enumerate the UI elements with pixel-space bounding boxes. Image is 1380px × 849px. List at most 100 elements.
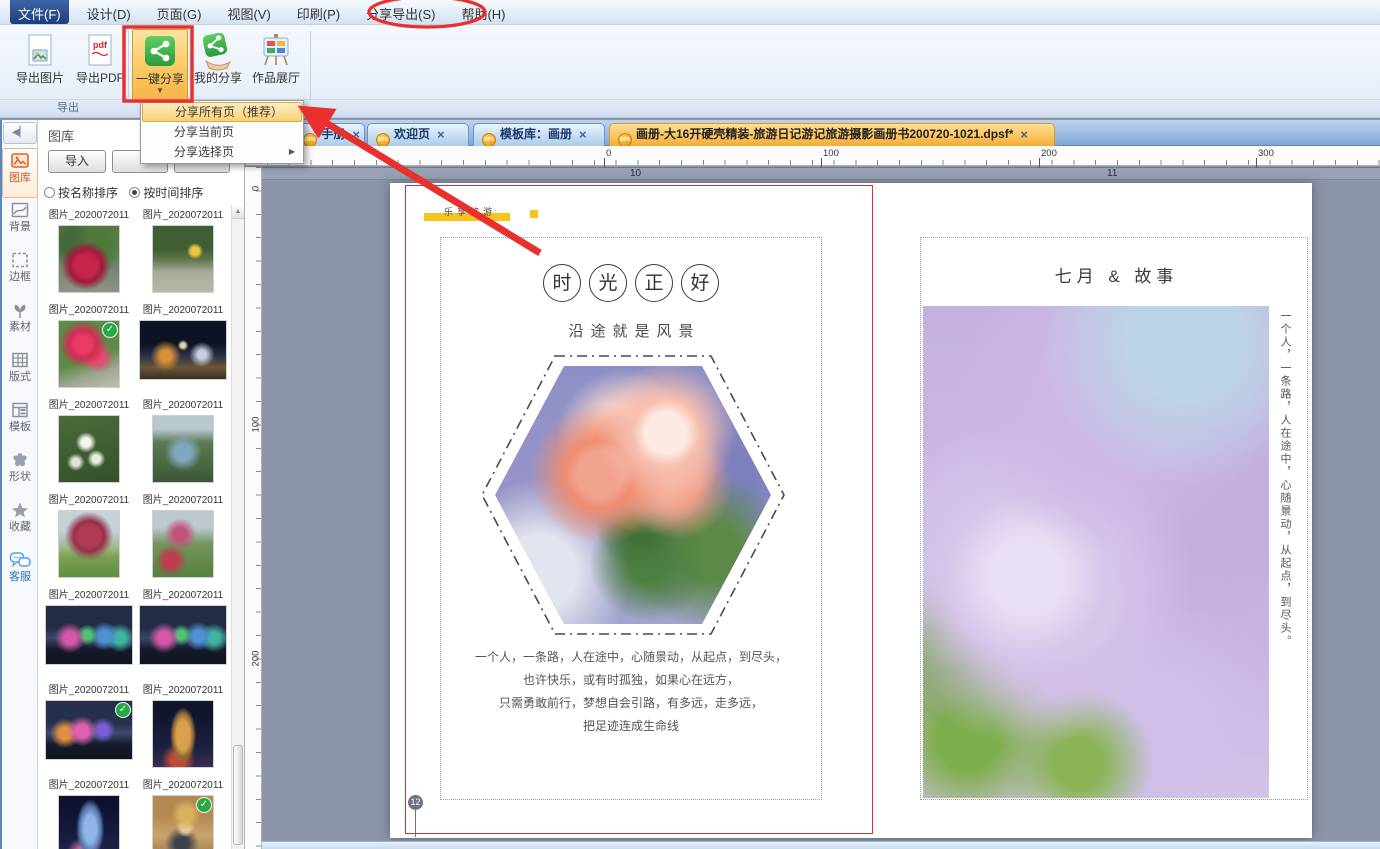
sidebar-item-border[interactable]: 边框 xyxy=(2,248,38,298)
library-photo-item[interactable]: 图片_2020072011 xyxy=(136,680,230,775)
photo-thumbnail[interactable] xyxy=(45,605,133,665)
photo-thumbnail[interactable] xyxy=(152,415,214,483)
paragraph-line: 一个人，一条路，人在途中，心随景动，从起点，到尽头， xyxy=(474,650,787,664)
photo-filename: 图片_2020072011 xyxy=(48,210,130,221)
background-icon xyxy=(11,202,29,218)
title-character-circle: 正 xyxy=(635,264,673,302)
menu-item[interactable]: 设计(D) xyxy=(79,0,139,24)
page-subtitle: 沿途就是风景 xyxy=(568,323,701,340)
blob-shape-icon xyxy=(13,453,27,467)
page-number-strip[interactable]: 10 11 xyxy=(262,167,1380,180)
design-canvas[interactable]: 10 11 乐享旅游 时光正好 沿途就是风景 一个人，一条路，人在途中，心随景动… xyxy=(262,167,1380,841)
close-icon[interactable]: × xyxy=(352,127,360,142)
photo-thumbnail[interactable]: ✓ xyxy=(152,795,214,849)
photo-thumbnail[interactable]: ✓ xyxy=(45,700,133,760)
close-icon[interactable]: × xyxy=(1020,127,1028,142)
my-share-icon xyxy=(190,29,246,71)
panel-title: 图库 xyxy=(48,129,75,144)
import-button[interactable]: 导入 xyxy=(48,150,106,173)
library-photo-item[interactable]: 图片_2020072011 xyxy=(42,395,136,490)
photo-thumbnail[interactable] xyxy=(58,225,120,293)
menu-item[interactable]: 页面(G) xyxy=(149,0,210,24)
radio-selected-icon xyxy=(129,187,141,198)
panel-scrollbar[interactable]: ▲ xyxy=(231,205,244,849)
photo-thumbnail[interactable]: ✓ xyxy=(58,320,120,388)
photo-filename: 图片_2020072011 xyxy=(48,495,130,506)
photo-thumbnail[interactable] xyxy=(152,510,214,578)
page-number-right: 11 xyxy=(1107,168,1118,179)
photo-grid: 图片_2020072011 图片_2020072011 图片_202007201… xyxy=(42,205,230,849)
sidebar-item-customer-service[interactable]: 客服 xyxy=(2,548,38,598)
hexagon-photo-frame[interactable] xyxy=(478,352,788,638)
purple-flower-photo[interactable] xyxy=(923,306,1269,798)
star-icon xyxy=(12,502,28,518)
sort-by-time-radio[interactable]: 按时间排序 xyxy=(129,186,203,200)
library-photo-item[interactable]: 图片_2020072011 xyxy=(42,490,136,585)
photo-thumbnail[interactable] xyxy=(58,795,120,849)
my-share-button[interactable]: 我的分享 xyxy=(190,29,246,107)
sidebar-item-shape[interactable]: 形状 xyxy=(2,448,38,498)
photo-filename: 图片_2020072011 xyxy=(142,400,224,411)
gallery-hall-button[interactable]: 作品展厅 xyxy=(248,29,304,107)
horizontal-scrollbar[interactable] xyxy=(262,841,1380,849)
sort-by-name-radio[interactable]: 按名称排序 xyxy=(44,186,118,200)
right-page-content-area[interactable]: 七月 & 故事 一个人，一条路，人在途中，心随景动，从起点，到尽头。 xyxy=(920,237,1308,800)
dps-file-icon: DPS xyxy=(376,133,390,146)
sidebar-item-layout[interactable]: 版式 xyxy=(2,348,38,398)
tab-current-album[interactable]: DPS 画册-大16开硬壳精装-旅游日记游记旅游摄影画册书200720-1021.… xyxy=(609,123,1055,146)
share-icon xyxy=(133,30,187,72)
photo-thumbnail[interactable] xyxy=(152,225,214,293)
collapse-panel-button[interactable]: ◀▏ xyxy=(2,122,37,144)
menu-item[interactable]: 分享导出(S) xyxy=(358,0,443,24)
photo-thumbnail[interactable] xyxy=(58,510,120,578)
library-photo-item[interactable]: 图片_2020072011 xyxy=(136,585,230,680)
library-photo-item[interactable]: 图片_2020072011 xyxy=(42,585,136,680)
scroll-up-arrow-icon[interactable]: ▲ xyxy=(232,205,244,219)
title-character-circle: 光 xyxy=(589,264,627,302)
library-photo-item[interactable]: 图片_2020072011 ✓ xyxy=(42,300,136,395)
close-icon[interactable]: × xyxy=(579,127,587,142)
menu-item[interactable]: 文件(F) xyxy=(10,0,69,24)
brand-square-accent xyxy=(530,210,538,218)
library-photo-item[interactable]: 图片_2020072011 ✓ xyxy=(42,680,136,775)
library-photo-item[interactable]: 图片_2020072011 xyxy=(42,775,136,849)
library-photo-item[interactable]: 图片_2020072011 ✓ xyxy=(136,775,230,849)
library-photo-item[interactable]: 图片_2020072011 xyxy=(136,490,230,585)
library-photo-item[interactable]: 图片_2020072011 xyxy=(136,300,230,395)
export-image-button[interactable]: 导出图片 xyxy=(12,29,68,107)
close-icon[interactable]: × xyxy=(437,127,445,142)
menu-item-share-current-page[interactable]: 分享当前页 xyxy=(142,122,302,142)
scrollbar-thumb[interactable] xyxy=(233,745,243,845)
sidebar-item-background[interactable]: 背景 xyxy=(2,198,38,248)
left-page-content-area[interactable]: 时光正好 沿途就是风景 一个人，一条路，人在途中，心随景动，从起点，到尽头， 也许… xyxy=(440,237,822,800)
tab-welcome[interactable]: DPS 欢迎页 × xyxy=(367,123,469,146)
paragraph-line: 只需勇敢前行，梦想自会引路，有多远，走多远， xyxy=(498,696,763,710)
menu-item[interactable]: 帮助(H) xyxy=(453,0,513,24)
menu-item-share-all-pages[interactable]: 分享所有页（推荐） xyxy=(142,102,302,122)
library-photo-item[interactable]: 图片_2020072011 xyxy=(136,205,230,300)
sidebar-item-gallery[interactable]: 图库 xyxy=(2,148,38,198)
photo-thumbnail[interactable] xyxy=(139,320,227,380)
export-pdf-button[interactable]: pdf 导出PDF xyxy=(72,29,128,107)
menu-item[interactable]: 视图(V) xyxy=(219,0,278,24)
export-pdf-icon: pdf xyxy=(72,29,128,71)
library-photo-item[interactable]: 图片_2020072011 xyxy=(42,205,136,300)
menu-item-share-selected-pages[interactable]: 分享选择页 ▶ xyxy=(142,142,302,162)
photo-thumbnail[interactable] xyxy=(139,605,227,665)
tab-template-library[interactable]: DPS 模板库：画册 × xyxy=(473,123,605,146)
menu-item[interactable]: 印刷(P) xyxy=(289,0,348,24)
page-marker-badge[interactable]: 12 xyxy=(408,795,423,810)
dps-file-icon: DPS xyxy=(303,133,318,146)
vertical-caption-text: 一个人，一条路，人在途中，心随景动，从起点，到尽头。 xyxy=(1279,310,1291,648)
photo-filename: 图片_2020072011 xyxy=(142,210,224,221)
sidebar-item-template[interactable]: 模板 xyxy=(2,398,38,448)
photo-filename: 图片_2020072011 xyxy=(48,685,130,696)
sidebar-item-favorites[interactable]: 收藏 xyxy=(2,498,38,548)
sidebar-item-material[interactable]: 素材 xyxy=(2,298,38,348)
album-spread[interactable]: 乐享旅游 时光正好 沿途就是风景 一个人，一条路，人在途中，心随景动，从起点，到… xyxy=(390,183,1312,838)
one-click-share-button[interactable]: 一键分享 ▼ xyxy=(132,29,188,107)
photo-thumbnail[interactable] xyxy=(152,700,214,768)
photo-thumbnail[interactable] xyxy=(58,415,120,483)
library-photo-item[interactable]: 图片_2020072011 xyxy=(136,395,230,490)
horizontal-ruler: ▸ 0100200300400 xyxy=(243,146,1380,168)
